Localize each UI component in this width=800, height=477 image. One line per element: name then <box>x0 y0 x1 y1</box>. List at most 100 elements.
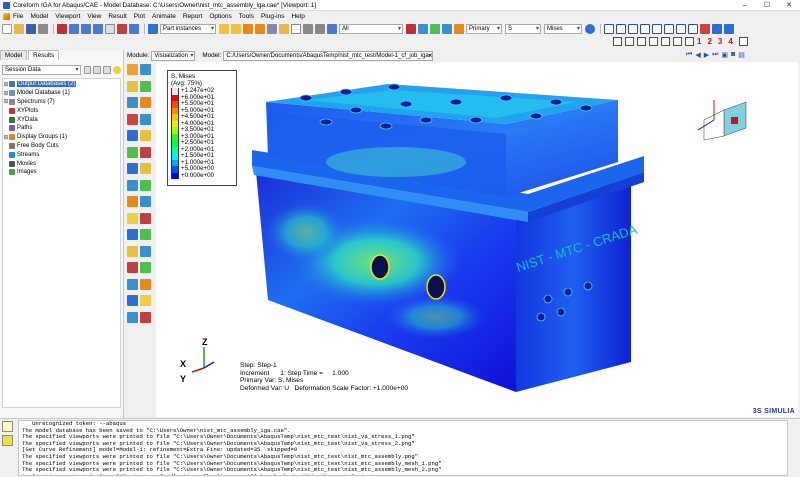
tree-item[interactable]: XYData <box>3 115 120 124</box>
viewport-sync-icon[interactable] <box>661 37 670 46</box>
view-iso-icon[interactable] <box>676 24 686 34</box>
redo-icon[interactable] <box>315 24 325 34</box>
query-info-icon[interactable] <box>127 262 138 273</box>
first-frame-icon[interactable]: ⏮ <box>686 51 692 59</box>
close-button[interactable]: ✕ <box>778 0 800 11</box>
plot-material-icon[interactable] <box>127 97 138 108</box>
print-icon[interactable] <box>38 24 48 34</box>
viewport-annotate-icon[interactable] <box>685 37 694 46</box>
stream-icon[interactable] <box>127 196 138 207</box>
menu-view[interactable]: View <box>87 13 101 20</box>
box-zoom-icon[interactable] <box>105 24 115 34</box>
misc-icon[interactable] <box>140 311 151 323</box>
display-group-select[interactable]: Part instances <box>160 24 216 34</box>
new-icon[interactable] <box>2 24 12 34</box>
bulb-icon[interactable] <box>113 66 121 74</box>
menu-file[interactable]: File <box>13 13 23 20</box>
render-style-icon[interactable] <box>148 24 158 34</box>
menu-plugins[interactable]: Plug-ins <box>261 13 284 20</box>
pan-icon[interactable] <box>69 24 79 34</box>
common-options-icon[interactable] <box>127 113 138 125</box>
view-cube[interactable] <box>697 100 747 141</box>
maximize-button[interactable]: ☐ <box>756 0 778 11</box>
last-frame-icon[interactable]: ⏭ <box>712 51 718 59</box>
xy-data-icon[interactable] <box>127 163 138 174</box>
menu-plot[interactable]: Plot <box>134 13 145 20</box>
plot-undeformed-icon[interactable] <box>127 64 138 75</box>
material-orientation-icon[interactable] <box>454 24 464 34</box>
viewport-link-icon[interactable] <box>649 37 658 46</box>
filter-icon[interactable] <box>83 66 92 74</box>
menu-report[interactable]: Report <box>183 13 203 20</box>
view-right-icon[interactable] <box>664 24 674 34</box>
save-icon[interactable] <box>26 24 36 34</box>
viewport-1-button[interactable]: 1 <box>697 37 701 46</box>
selection-filter-select[interactable]: All <box>339 24 403 34</box>
symbol-options-icon[interactable] <box>140 130 151 141</box>
component-select[interactable]: S <box>505 24 541 34</box>
undo-icon[interactable] <box>303 24 313 34</box>
plot-allowable-icon[interactable] <box>140 97 151 108</box>
options-icon[interactable] <box>127 311 138 323</box>
message-area-icon[interactable] <box>2 421 13 432</box>
display-group-icon[interactable] <box>140 229 151 240</box>
viewport-3-button[interactable]: 3 <box>718 37 722 46</box>
previous-frame-icon[interactable]: ◀ <box>695 51 700 59</box>
feature-edges-icon[interactable] <box>267 24 277 34</box>
free-body-icon[interactable] <box>140 179 151 191</box>
tree-item[interactable]: ⊞ Spectrums (7) <box>3 98 120 107</box>
python-shell-icon[interactable] <box>2 435 13 446</box>
contour-legend[interactable]: S, Mises (Avg: 75%) +1.247e+02 +6.000e+01… <box>167 70 237 186</box>
path-icon[interactable] <box>127 179 138 191</box>
camera-icon[interactable]: ◙ <box>731 51 735 59</box>
viewport-overlay-icon[interactable] <box>673 37 682 46</box>
collapse-icon[interactable] <box>103 66 112 74</box>
symbol-icon[interactable] <box>442 24 452 34</box>
pointer-icon[interactable] <box>291 24 301 34</box>
animate-scale-icon[interactable] <box>140 196 151 207</box>
primary-select[interactable]: Primary <box>466 24 502 34</box>
deformed-icon[interactable] <box>418 24 428 34</box>
view-front-icon[interactable] <box>604 24 614 34</box>
plot-contour-icon[interactable] <box>127 80 138 92</box>
probe-values-icon[interactable] <box>140 262 151 273</box>
selection-options-icon[interactable] <box>406 24 416 34</box>
model-select[interactable]: C:/Users/Owner/Documents/AbaqusTemp/nist… <box>223 50 434 61</box>
view-left-icon[interactable] <box>652 24 662 34</box>
menu-tools[interactable]: Tools <box>239 13 254 20</box>
hide-icon[interactable] <box>700 24 710 34</box>
tree-item[interactable]: Paths <box>3 124 120 133</box>
viewport-4-button[interactable]: 4 <box>728 37 732 46</box>
view-cut-icon[interactable] <box>127 229 138 240</box>
tree-item[interactable]: Free Body Cuts <box>3 142 120 151</box>
viewport[interactable]: NIST - MTC - CRADA Z X Y S, Mises (Avg: … <box>156 62 798 417</box>
menu-animate[interactable]: Animate <box>152 13 176 20</box>
tree-icon[interactable] <box>279 24 289 34</box>
filled-icon[interactable] <box>243 24 253 34</box>
open-icon[interactable] <box>14 24 24 34</box>
expand-icon[interactable] <box>93 66 102 74</box>
play-icon[interactable]: ▶ <box>704 51 709 59</box>
session-select[interactable]: Session Data <box>2 65 81 75</box>
orientation-icon[interactable] <box>127 146 138 158</box>
create-field-icon[interactable] <box>127 295 138 306</box>
remove-icon[interactable] <box>140 245 151 257</box>
auto-fit-icon[interactable] <box>117 24 127 34</box>
xy-plot-icon[interactable] <box>140 163 151 174</box>
grid-icon[interactable] <box>724 24 734 34</box>
plot-symbol-icon[interactable] <box>140 80 151 92</box>
menu-result[interactable]: Result <box>108 13 126 20</box>
module-select[interactable]: Visualization <box>151 50 196 61</box>
ply-stack-icon[interactable] <box>140 146 151 158</box>
superimpose-icon[interactable] <box>140 113 151 125</box>
contour-icon[interactable] <box>430 24 440 34</box>
tree-item[interactable]: ⊞ Model Database (1) <box>3 89 120 98</box>
menu-viewport[interactable]: Viewport <box>55 13 80 20</box>
animate-time-icon[interactable] <box>127 212 138 224</box>
sync-icon[interactable] <box>585 24 595 34</box>
tree-item[interactable]: Images <box>3 168 120 177</box>
view-back-icon[interactable] <box>616 24 626 34</box>
film-icon[interactable]: ▤ <box>738 51 745 59</box>
field-output-icon[interactable] <box>140 278 151 290</box>
plot-deformed-icon[interactable] <box>140 64 151 75</box>
